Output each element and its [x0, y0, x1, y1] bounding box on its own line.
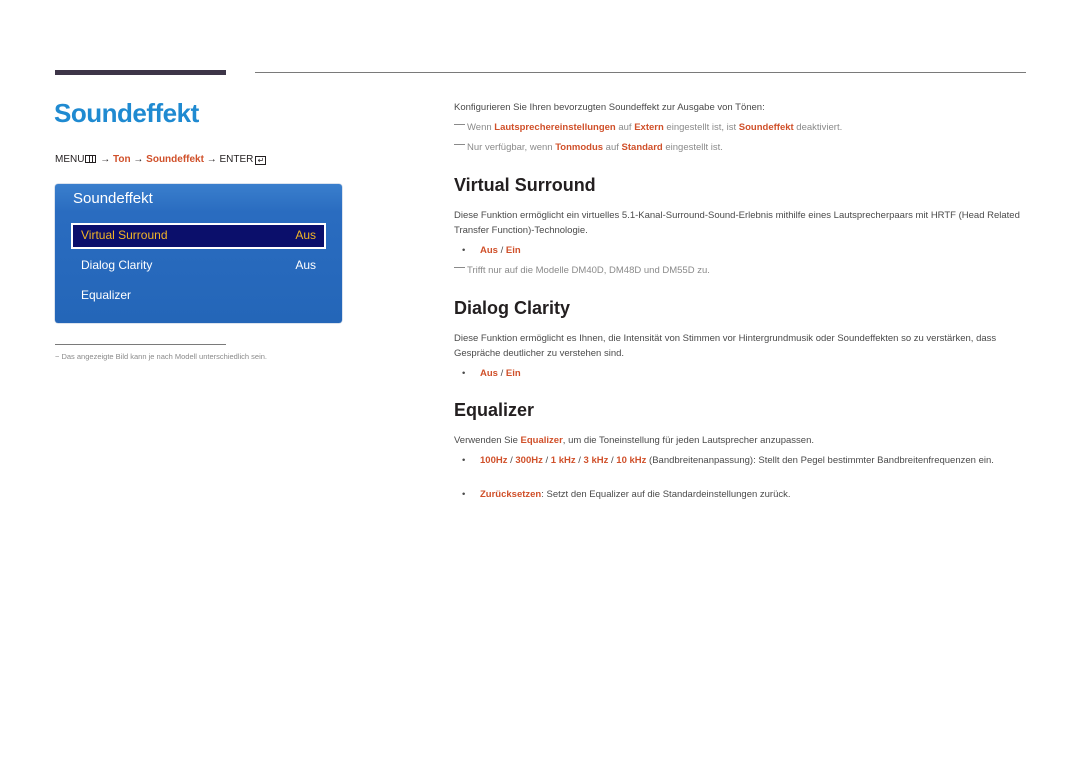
menu-path: MENU → Ton → Soundeffekt → ENTER ↵ [55, 154, 267, 165]
footnote: − Das angezeigte Bild kann je nach Model… [55, 352, 268, 361]
enter-icon: ↵ [255, 156, 267, 165]
equalizer-body: Verwenden Sie Equalizer, um die Toneinst… [454, 435, 815, 446]
heading-equalizer: Equalizer [454, 400, 535, 420]
osd-item-dialog-clarity[interactable]: Dialog Clarity Aus [71, 253, 326, 279]
equalizer-reset-item: • Zurücksetzen: Setzt den Equalizer auf … [462, 489, 791, 500]
dialog-clarity-body: Diese Funktion ermöglicht es Ihnen, die … [454, 333, 997, 359]
page-title: Soundeffekt [54, 98, 199, 128]
bullet-icon: • [462, 245, 466, 256]
osd-menu-panel: Soundeffekt Virtual Surround Aus Dialog … [55, 184, 342, 323]
enter-label: ENTER [219, 154, 254, 165]
intro-text: Konfigurieren Sie Ihren bevorzugten Soun… [454, 102, 765, 113]
note-dash-icon [454, 144, 465, 145]
osd-item-value: Aus [295, 258, 316, 272]
bullet-icon: • [462, 368, 466, 379]
header-rule [255, 72, 1026, 73]
menu-path-ton: Ton [113, 154, 131, 165]
osd-item-value: Aus [295, 228, 316, 242]
arrow: → [133, 154, 144, 165]
virtual-surround-note: Trifft nur auf die Modelle DM40D, DM48D … [454, 263, 1029, 278]
heading-virtual-surround: Virtual Surround [454, 175, 596, 195]
osd-item-label: Dialog Clarity [81, 258, 153, 272]
osd-title: Soundeffekt [73, 190, 153, 207]
dialog-clarity-options: • Aus / Ein [462, 368, 521, 379]
intro-note-1: Wenn Lautsprechereinstellungen auf Exter… [454, 120, 1029, 135]
virtual-surround-options: • Aus / Ein [462, 245, 521, 256]
virtual-surround-body: Diese Funktion ermöglicht ein virtuelles… [454, 210, 1020, 236]
intro-note-2: Nur verfügbar, wenn Tonmodus auf Standar… [454, 140, 1029, 155]
osd-item-label: Virtual Surround [81, 228, 168, 242]
menu-label: MENU [55, 154, 85, 165]
osd-item-virtual-surround[interactable]: Virtual Surround Aus [71, 223, 326, 249]
footnote-rule [55, 344, 226, 345]
equalizer-bands-item: • 100Hz / 300Hz / 1 kHz / 3 kHz / 10 kHz… [462, 455, 994, 466]
header-accent-bar [55, 70, 226, 75]
note-dash-icon [454, 267, 465, 268]
arrow: → [100, 154, 111, 165]
bullet-icon: • [462, 455, 466, 466]
osd-item-equalizer[interactable]: Equalizer [71, 283, 326, 309]
bullet-icon: • [462, 489, 466, 500]
menu-grid-icon [85, 155, 97, 163]
note-dash-icon [454, 124, 465, 125]
heading-dialog-clarity: Dialog Clarity [454, 298, 571, 318]
menu-path-soundeffekt: Soundeffekt [146, 154, 204, 165]
osd-item-label: Equalizer [81, 288, 132, 302]
arrow: → [206, 154, 217, 165]
